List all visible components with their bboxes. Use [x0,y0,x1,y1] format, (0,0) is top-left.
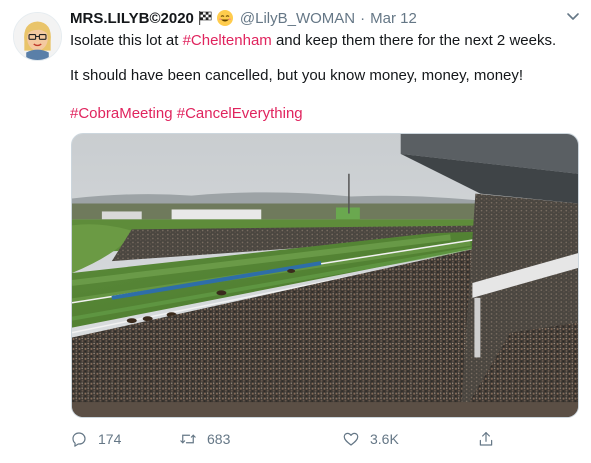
tweet-text-line-2: It should have been cancelled, but you k… [70,67,524,84]
separator-dot: · [360,9,366,27]
racecourse-crowd-image [72,134,578,417]
hashtag-link[interactable]: #Cheltenham [183,32,272,49]
chevron-down-icon[interactable] [565,8,581,24]
tweet-date[interactable]: Mar 12 [370,10,417,27]
retweet-button[interactable]: 683 [179,428,230,450]
chequered-flag-icon [198,11,212,25]
handle[interactable]: @LilyB_WOMAN [240,10,355,27]
hashtag-link[interactable]: #CobraMeeting [70,105,173,122]
text-segment: Isolate this lot at [70,32,183,49]
retweet-count: 683 [207,431,231,447]
like-count: 3.6K [370,431,399,447]
reply-count: 174 [98,431,122,447]
heart-icon [343,432,359,446]
reply-button[interactable]: 174 [70,428,121,450]
share-icon [479,432,493,446]
retweet-icon [180,434,196,444]
avatar[interactable] [13,12,62,61]
tweet-hashtags: #CobraMeeting #CancelEverything [70,104,303,124]
like-button[interactable]: 3.6K [342,428,399,450]
tweet-photo[interactable] [71,133,579,418]
tweet-actions: 174 683 3.6K [70,428,500,450]
text-segment: and keep them there for the next 2 weeks… [271,32,557,49]
tweet[interactable]: MRS.LILYB©2020 @LilyB_WOMAN · Mar 12 Iso… [0,0,591,463]
tweet-header: MRS.LILYB©2020 @LilyB_WOMAN · Mar 12 [70,8,417,28]
hashtag-link[interactable]: #CancelEverything [177,105,303,122]
display-name[interactable]: MRS.LILYB©2020 [70,10,194,27]
cartoon-woman-avatar-icon [14,13,61,60]
tweet-text-line-1: Isolate this lot at #Cheltenham and keep… [70,31,556,51]
share-button[interactable] [477,428,505,450]
smiling-face-icon [216,10,233,26]
reply-icon [72,432,86,447]
